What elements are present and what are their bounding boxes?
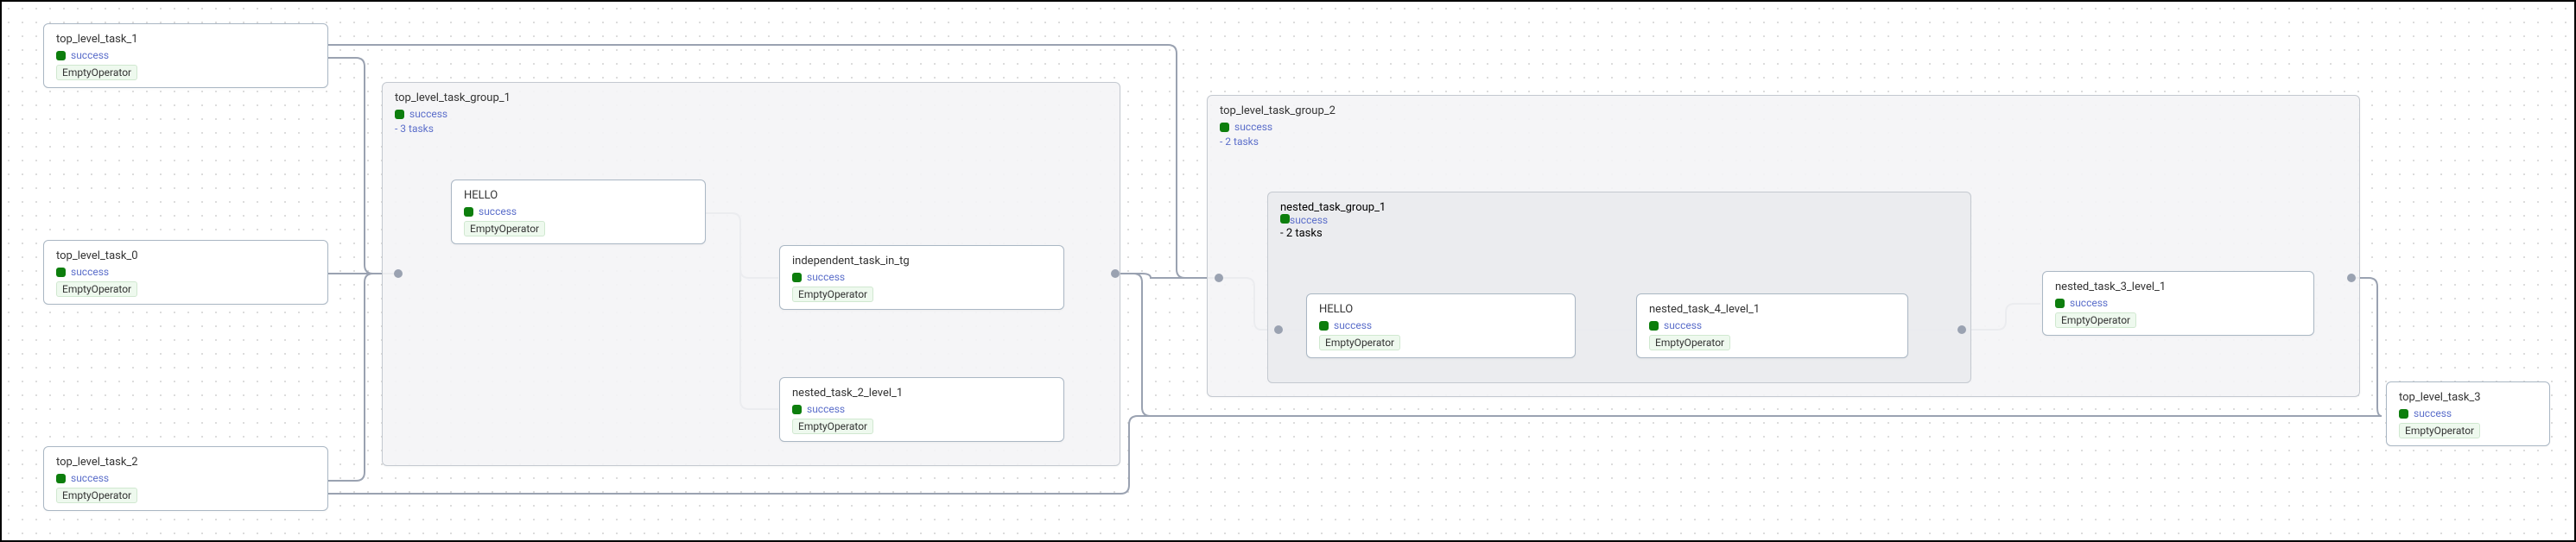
status-dot-success-icon — [2055, 299, 2065, 308]
task-title: top_level_task_1 — [56, 33, 315, 46]
status-dot-success-icon — [1319, 321, 1329, 331]
status-dot-success-icon — [56, 51, 66, 60]
task-status: success — [792, 271, 1051, 283]
task-status: success — [2055, 297, 2301, 309]
port-group1-in — [394, 269, 403, 278]
task-title: nested_task_2_level_1 — [792, 387, 1051, 400]
task-title: nested_task_3_level_1 — [2055, 280, 2301, 293]
status-dot-success-icon — [464, 207, 473, 217]
task-top-level-task-3[interactable]: top_level_task_3 success EmptyOperator — [2386, 381, 2550, 446]
operator-badge: EmptyOperator — [1649, 335, 1730, 350]
group-status: success — [1280, 214, 1958, 227]
task-title: HELLO — [1319, 303, 1563, 316]
group-title: top_level_task_group_1 — [395, 91, 1107, 104]
task-title: independent_task_in_tg — [792, 255, 1051, 268]
task-top-level-task-0[interactable]: top_level_task_0 success EmptyOperator — [43, 240, 328, 305]
group-title: top_level_task_group_2 — [1220, 104, 2347, 117]
operator-badge: EmptyOperator — [792, 287, 873, 302]
status-dot-success-icon — [2399, 409, 2408, 419]
task-status: success — [56, 49, 315, 61]
operator-badge: EmptyOperator — [464, 221, 545, 236]
group-task-count: - 2 tasks — [1220, 136, 2347, 148]
group-task-count: - 3 tasks — [395, 123, 1107, 135]
port-group2-in — [1215, 274, 1223, 282]
operator-badge: EmptyOperator — [2055, 312, 2136, 328]
status-dot-success-icon — [1220, 123, 1229, 132]
task-hello-2[interactable]: HELLO success EmptyOperator — [1306, 293, 1576, 358]
port-nested-group-in — [1274, 325, 1283, 334]
status-dot-success-icon — [792, 273, 802, 282]
group-title: nested_task_group_1 — [1280, 201, 1958, 214]
task-status: success — [1649, 319, 1895, 331]
task-status: success — [2399, 407, 2537, 419]
task-title: HELLO — [464, 189, 693, 202]
operator-badge: EmptyOperator — [56, 281, 137, 297]
operator-badge: EmptyOperator — [792, 419, 873, 434]
status-dot-success-icon — [56, 474, 66, 483]
operator-badge: EmptyOperator — [2399, 423, 2480, 438]
task-title: top_level_task_2 — [56, 456, 315, 469]
task-title: nested_task_4_level_1 — [1649, 303, 1895, 316]
task-hello-1[interactable]: HELLO success EmptyOperator — [451, 180, 706, 244]
task-top-level-task-2[interactable]: top_level_task_2 success EmptyOperator — [43, 446, 328, 511]
operator-badge: EmptyOperator — [56, 488, 137, 503]
group-task-count: - 2 tasks — [1280, 227, 1958, 240]
operator-badge: EmptyOperator — [56, 65, 137, 80]
port-group1-out — [1111, 269, 1120, 278]
status-dot-success-icon — [1649, 321, 1659, 331]
task-independent-task-in-tg[interactable]: independent_task_in_tg success EmptyOper… — [779, 245, 1064, 310]
task-top-level-task-1[interactable]: top_level_task_1 success EmptyOperator — [43, 23, 328, 88]
group-status: success — [395, 108, 1107, 120]
group-status: success — [1220, 121, 2347, 133]
operator-badge: EmptyOperator — [1319, 335, 1400, 350]
status-dot-success-icon — [792, 405, 802, 414]
task-nested-task-3-level-1[interactable]: nested_task_3_level_1 success EmptyOpera… — [2042, 271, 2314, 336]
task-status: success — [56, 472, 315, 484]
task-status: success — [56, 266, 315, 278]
task-status: success — [792, 403, 1051, 415]
task-nested-task-4-level-1[interactable]: nested_task_4_level_1 success EmptyOpera… — [1636, 293, 1908, 358]
task-nested-task-2-level-1[interactable]: nested_task_2_level_1 success EmptyOpera… — [779, 377, 1064, 442]
status-dot-success-icon — [1280, 214, 1290, 224]
task-title: top_level_task_0 — [56, 249, 315, 262]
dag-canvas[interactable]: top_level_task_1 success EmptyOperator t… — [0, 0, 2576, 542]
task-title: top_level_task_3 — [2399, 391, 2537, 404]
task-status: success — [1319, 319, 1563, 331]
status-dot-success-icon — [395, 110, 404, 119]
port-group2-out — [2347, 274, 2356, 282]
status-dot-success-icon — [56, 268, 66, 277]
task-status: success — [464, 205, 693, 217]
port-nested-group-out — [1957, 325, 1966, 334]
